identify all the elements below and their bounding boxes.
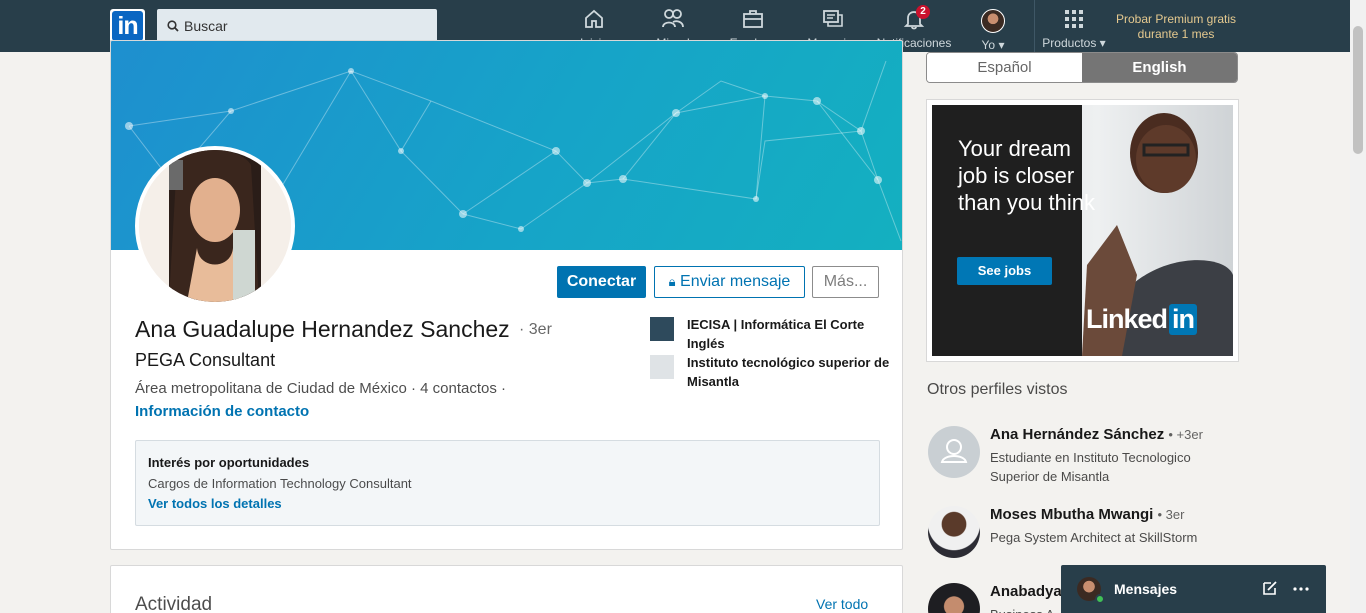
linkedin-ad-logo: Linked in bbox=[1086, 304, 1198, 335]
see-jobs-button[interactable]: See jobs bbox=[957, 257, 1052, 285]
more-options-icon[interactable] bbox=[1293, 587, 1309, 591]
profile-card: Conectar 🔒︎ Enviar mensaje Más... Ana Gu… bbox=[110, 40, 903, 550]
person-name: Anabadya bbox=[990, 583, 1062, 600]
contact-info-link[interactable]: Información de contacto bbox=[135, 403, 309, 420]
ad-headline: Your dream job is closer than you think bbox=[958, 136, 1095, 215]
messaging-bar[interactable]: Mensajes bbox=[1061, 565, 1326, 613]
person-name: Moses Mbutha Mwangi bbox=[990, 506, 1154, 523]
activity-card: Actividad Ver todo bbox=[110, 565, 903, 613]
linkedin-logo[interactable]: in bbox=[110, 9, 145, 43]
opportunities-detail: Cargos de Information Technology Consult… bbox=[148, 476, 412, 491]
search-input[interactable] bbox=[184, 9, 429, 43]
person-description: Pega System Architect at SkillStorm bbox=[990, 530, 1198, 545]
avatar bbox=[981, 9, 1005, 33]
nav-me-label: Yo bbox=[981, 38, 996, 52]
grid-icon bbox=[1065, 10, 1083, 28]
connect-button[interactable]: Conectar bbox=[557, 266, 646, 298]
avatar bbox=[928, 583, 980, 613]
briefcase-icon bbox=[743, 10, 763, 28]
opportunities-box: Interés por oportunidades Cargos de Info… bbox=[135, 440, 880, 526]
ad-banner[interactable]: Your dream job is closer than you think … bbox=[926, 99, 1239, 362]
language-en-button[interactable]: English bbox=[1082, 53, 1237, 82]
compose-icon[interactable] bbox=[1262, 580, 1278, 596]
chevron-down-icon: ▾ bbox=[1099, 36, 1106, 50]
see-all-activity-link[interactable]: Ver todo bbox=[816, 596, 868, 612]
opportunities-link[interactable]: Ver todos los detalles bbox=[148, 496, 282, 511]
connection-degree: · 3er bbox=[519, 321, 552, 338]
home-icon bbox=[585, 9, 603, 28]
person-name: Ana Hernández Sánchez bbox=[990, 426, 1165, 443]
person-degree: • +3er bbox=[1168, 427, 1203, 442]
nav-me[interactable]: Yo ▾ bbox=[975, 6, 1011, 52]
person-description: Estudiante en Instituto Tecnologico Supe… bbox=[990, 450, 1191, 484]
search-icon bbox=[167, 20, 179, 32]
experience-label: IECISA | Informática El Corte Inglés bbox=[687, 317, 865, 351]
search-box[interactable] bbox=[157, 9, 437, 43]
avatar bbox=[928, 506, 980, 558]
school-icon bbox=[650, 355, 674, 379]
chevron-down-icon: ▾ bbox=[998, 38, 1005, 52]
profile-photo[interactable] bbox=[135, 146, 295, 306]
profile-location: Área metropolitana de Ciudad de México ·… bbox=[135, 380, 507, 397]
avatar-placeholder-icon bbox=[928, 426, 980, 478]
profile-name: Ana Guadalupe Hernandez Sanchez bbox=[135, 316, 510, 342]
notification-badge: 2 bbox=[916, 5, 930, 19]
experience-item-iecisa[interactable]: IECISA | Informática El Corte Inglés bbox=[650, 315, 890, 353]
messages-icon bbox=[823, 10, 843, 27]
profile-photo-image bbox=[139, 150, 291, 302]
lock-icon: 🔒︎ bbox=[668, 274, 676, 289]
nav-divider bbox=[1034, 0, 1035, 52]
others-viewed-title: Otros perfiles vistos bbox=[927, 381, 1068, 398]
premium-trial-link[interactable]: Probar Premium gratis durante 1 mes bbox=[1110, 12, 1242, 42]
opportunities-title: Interés por oportunidades bbox=[148, 455, 310, 470]
send-message-label: Enviar mensaje bbox=[680, 273, 791, 290]
scrollbar-thumb[interactable] bbox=[1353, 26, 1363, 154]
nav-products[interactable]: Productos ▾ bbox=[1036, 6, 1112, 50]
profile-headline: PEGA Consultant bbox=[135, 350, 276, 370]
people-icon bbox=[662, 9, 684, 28]
messaging-title: Mensajes bbox=[1114, 581, 1178, 597]
more-button[interactable]: Más... bbox=[812, 266, 879, 298]
activity-title: Actividad bbox=[135, 594, 213, 613]
experience-item-institute[interactable]: Instituto tecnológico superior de Misant… bbox=[650, 353, 890, 391]
language-toggle: Español English bbox=[926, 52, 1238, 83]
experience-label: Instituto tecnológico superior de Misant… bbox=[687, 355, 890, 389]
nav-products-label: Productos bbox=[1042, 36, 1097, 50]
person-degree: • 3er bbox=[1157, 507, 1185, 522]
scrollbar[interactable] bbox=[1350, 0, 1366, 613]
company-logo-icon bbox=[650, 317, 674, 341]
language-es-button[interactable]: Español bbox=[927, 53, 1082, 82]
send-message-button[interactable]: 🔒︎ Enviar mensaje bbox=[654, 266, 805, 298]
online-status-icon bbox=[1095, 594, 1105, 604]
